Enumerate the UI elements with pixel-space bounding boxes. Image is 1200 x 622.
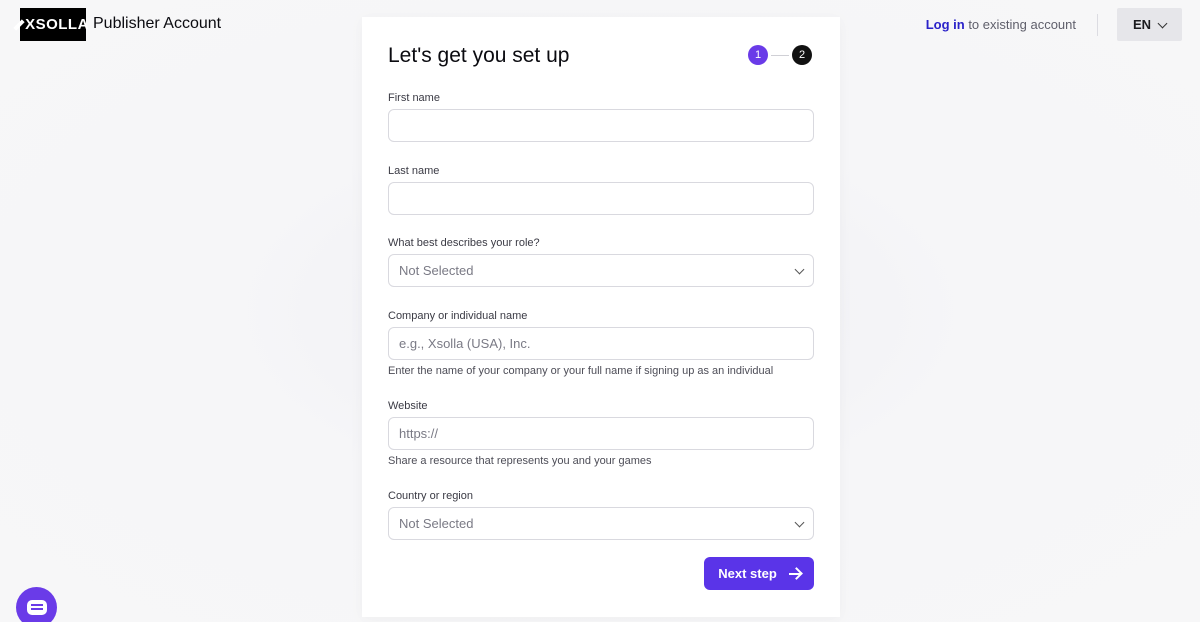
website-hint: Share a resource that represents you and… [388, 455, 652, 467]
logo-text: XSOLLA [25, 16, 89, 33]
website-group: Website https:// Share a resource that r… [388, 400, 814, 467]
country-label: Country or region [388, 490, 473, 502]
xsolla-logo[interactable]: XSOLLA [13, 8, 89, 41]
role-label: What best describes your role? [388, 237, 540, 249]
chevron-down-icon [794, 264, 805, 274]
next-step-button[interactable]: Next step [704, 557, 814, 590]
logo-mark-icon [13, 18, 25, 31]
role-selected-value: Not Selected [399, 263, 474, 278]
last-name-group: Last name [388, 165, 814, 215]
chat-support-button[interactable] [16, 587, 57, 622]
login-link[interactable]: Log in [926, 17, 965, 32]
company-placeholder: e.g., Xsolla (USA), Inc. [399, 336, 531, 351]
country-selected-value: Not Selected [399, 516, 474, 531]
page-title: Let's get you set up [388, 44, 570, 67]
last-name-input[interactable] [388, 182, 814, 215]
chat-icon [26, 600, 47, 615]
website-placeholder: https:// [399, 426, 439, 441]
company-group: Company or individual name e.g., Xsolla … [388, 310, 814, 377]
first-name-input[interactable] [388, 109, 814, 142]
company-hint: Enter the name of your company or your f… [388, 365, 774, 377]
website-input[interactable]: https:// [388, 417, 814, 450]
chevron-down-icon [794, 517, 805, 527]
first-name-group: First name [388, 92, 814, 142]
language-label: EN [1132, 17, 1152, 32]
header-divider [1097, 14, 1098, 36]
chevron-down-icon [1157, 18, 1168, 28]
step-indicator: 1 2 [748, 45, 812, 65]
country-group: Country or region Not Selected [388, 490, 814, 540]
country-select[interactable]: Not Selected [388, 507, 814, 540]
next-step-label: Next step [718, 566, 777, 581]
role-select[interactable]: Not Selected [388, 254, 814, 287]
login-suffix: to existing account [964, 17, 1076, 32]
product-name: Publisher Account [93, 15, 222, 32]
company-input[interactable]: e.g., Xsolla (USA), Inc. [388, 327, 814, 360]
step-connector [771, 54, 789, 56]
step-1: 1 [748, 45, 768, 65]
role-group: What best describes your role? Not Selec… [388, 237, 814, 287]
step-2: 2 [792, 45, 812, 65]
first-name-label: First name [388, 92, 440, 104]
language-selector[interactable]: EN [1117, 8, 1182, 41]
website-label: Website [388, 400, 428, 412]
login-prompt: Log in to existing account [926, 17, 1076, 32]
company-label: Company or individual name [388, 310, 528, 322]
arrow-right-icon [788, 572, 800, 575]
signup-card: Let's get you set up 1 2 First name Last… [362, 17, 840, 617]
last-name-label: Last name [388, 165, 440, 177]
